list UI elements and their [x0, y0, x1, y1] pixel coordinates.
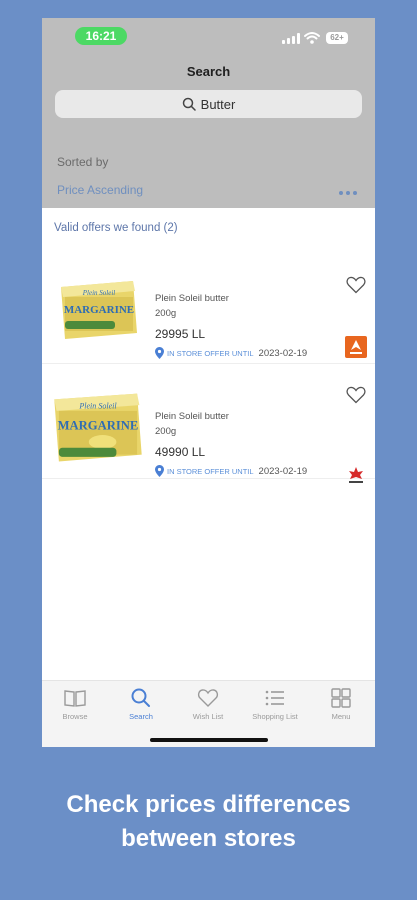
sorted-by-label: Sorted by	[57, 155, 109, 169]
promo-caption: Check prices differences between stores	[0, 788, 417, 856]
tab-shopping-list[interactable]: Shopping List	[242, 687, 308, 721]
offer-until-label: IN STORE OFFER UNTIL	[167, 348, 254, 358]
status-time: 16:21	[75, 27, 127, 45]
product-label-text: MARGARINE	[58, 418, 139, 432]
location-pin-icon	[155, 465, 164, 477]
list-icon	[265, 690, 284, 706]
offer-product-name: Plein Soleil butter	[155, 293, 229, 304]
search-icon	[182, 97, 196, 111]
page-title: Search	[186, 64, 231, 79]
offer-until-label: IN STORE OFFER UNTIL	[167, 466, 254, 476]
offer-product-size: 200g	[155, 426, 177, 437]
wifi-icon	[304, 32, 320, 44]
offer-price: 29995 LL	[155, 327, 206, 341]
offer-product-name: Plein Soleil butter	[155, 411, 229, 422]
search-icon	[131, 688, 150, 707]
tab-menu[interactable]: Menu	[308, 687, 374, 721]
wishlist-heart-icon[interactable]	[346, 276, 366, 294]
offer-date: 2023-02-19	[258, 465, 308, 477]
tab-wish-list[interactable]: Wish List	[175, 687, 241, 721]
offer-card[interactable]: Plein Soleil MARGARINE Plein Soleil butt…	[42, 365, 375, 483]
offers-count-header: Valid offers we found (2)	[54, 222, 178, 234]
tab-label: Wish List	[192, 712, 224, 721]
tab-label: Browse	[62, 712, 88, 721]
location-pin-icon	[155, 347, 164, 359]
tab-label: Menu	[331, 712, 351, 721]
offer-card[interactable]: Plein Soleil MARGARINE Plein Soleil butt…	[42, 250, 375, 364]
phone-screen: 16:21 62+ Search Butter Sorted by Price …	[42, 18, 375, 747]
caption-line-1: Check prices differences	[66, 791, 351, 818]
offer-date: 2023-02-19	[258, 347, 308, 359]
more-options-icon[interactable]	[339, 191, 361, 196]
product-image: Plein Soleil MARGARINE	[61, 281, 137, 339]
store-logo-icon	[345, 336, 367, 358]
tab-label: Shopping List	[252, 712, 298, 721]
product-brand-text: Plein Soleil	[82, 289, 116, 297]
offer-validity: IN STORE OFFER UNTIL 2023-02-19	[155, 347, 307, 359]
battery-icon: 62+	[326, 32, 348, 44]
caption-line-2: between stores	[121, 825, 296, 852]
tab-browse[interactable]: Browse	[42, 687, 108, 721]
tab-label: Search	[129, 712, 153, 721]
search-input[interactable]: Butter	[55, 90, 362, 118]
product-image: Plein Soleil MARGARINE	[54, 393, 142, 462]
wishlist-heart-icon[interactable]	[346, 386, 366, 404]
offer-validity: IN STORE OFFER UNTIL 2023-02-19	[155, 465, 307, 477]
home-indicator	[150, 738, 268, 742]
status-bar: 16:21 62+	[42, 18, 375, 54]
tab-search[interactable]: Search	[108, 687, 174, 721]
search-query: Butter	[200, 96, 236, 112]
offer-product-size: 200g	[155, 308, 177, 319]
heart-icon	[197, 689, 219, 707]
offer-price: 49990 LL	[155, 445, 206, 459]
product-label-text: MARGARINE	[64, 304, 134, 316]
signal-icon	[282, 33, 300, 44]
store-logo-icon	[349, 467, 363, 483]
sort-option[interactable]: Price Ascending	[57, 183, 143, 197]
search-header-area: 16:21 62+ Search Butter Sorted by Price …	[42, 18, 375, 208]
tab-bar: Browse Search Wish List Shopping List Me…	[42, 680, 375, 747]
book-icon	[64, 690, 86, 707]
product-brand-text: Plein Soleil	[78, 402, 117, 411]
grid-icon	[331, 688, 351, 708]
